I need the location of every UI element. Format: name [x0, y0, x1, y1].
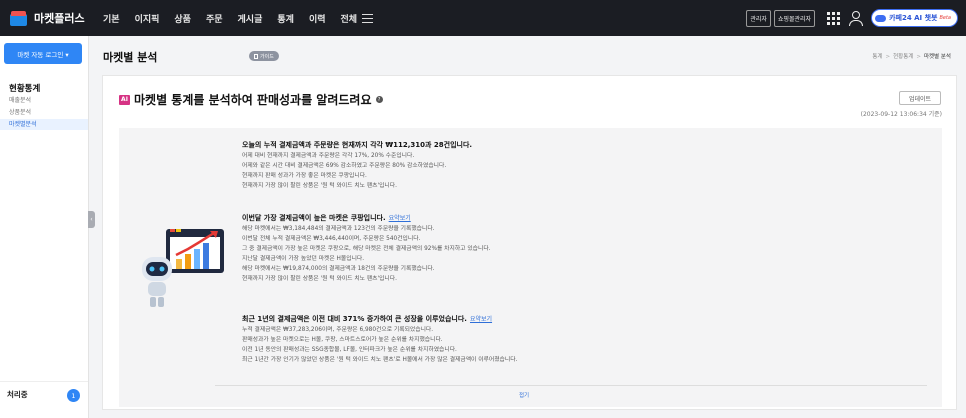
page-header: 마켓별 분석 가이드 통계 > 현황통계 > 마켓별 분석 [89, 36, 966, 75]
summary-line: 이번달 전체 누적 결제금액은 ₩3,446,440이며, 주문량은 540건입… [242, 236, 421, 242]
summary-today: 오늘의 누적 결제금액과 주문량은 현재까지 각각 ₩112,310과 28건입… [242, 140, 862, 191]
nav-item-stats[interactable]: 통계 [277, 12, 294, 25]
admin-button[interactable]: 관리자 [746, 9, 771, 27]
update-timestamp: (2023-09-12 13:06:34 기준) [860, 111, 942, 118]
breadcrumb: 통계 > 현황통계 > 마켓별 분석 [872, 54, 951, 60]
summary-line: 현재까지 가장 많이 팔린 상품은 '원 턱 와이드 치노 팬츠'입니다. [242, 183, 397, 189]
market-analysis-card: AI 마켓별 통계를 분석하여 판매성과를 알려드려요 ? 업데이트 (2023… [102, 75, 957, 410]
summary-view-link[interactable]: 요약보기 [470, 316, 492, 323]
ai-chatbot-button[interactable]: 카페24 AI 챗봇 Beta [871, 9, 958, 27]
summary-line: 지난달 결제금액이 가장 높았던 마켓은 H몰입니다. [242, 256, 365, 262]
user-icon[interactable] [849, 11, 864, 26]
card-title-text: 마켓별 통계를 분석하여 판매성과를 알려드려요 [134, 93, 372, 107]
page-title: 마켓별 분석 [103, 51, 158, 64]
summary-line: 판매성과가 높은 마켓으로는 H몰, 쿠팡, 스마트스토어가 높은 순위를 차지… [242, 337, 443, 343]
update-button[interactable]: 업데이트 [899, 91, 941, 105]
menu-icon[interactable] [362, 13, 374, 23]
summary-line: 해당 마켓에서는 ₩19,874,000의 결제금액과 18건의 주문량을 기록… [242, 266, 435, 272]
nav-item-easypick[interactable]: 이지픽 [135, 12, 160, 25]
main-menu: 기본 이지픽 상품 주문 게시글 통계 이력 전체 [103, 12, 374, 25]
collapse-link[interactable]: 접기 [519, 391, 529, 399]
divider [215, 385, 927, 386]
sidebar-item-market-analysis[interactable]: 마켓별분석 [0, 119, 88, 130]
ai-robot-chart-illustration [142, 229, 224, 307]
market-box-icon [10, 10, 27, 26]
summary-line: 어제와 같은 시간 대비 결제금액은 69% 감소하였고 주문량은 80% 감소… [242, 163, 447, 169]
ai-chatbot-label: 카페24 AI 챗봇 [889, 14, 938, 22]
market-auto-login-button[interactable]: 마켓 자동 로그인 ▾ [4, 43, 82, 64]
summary-line: 최근 1년간 가장 인기가 많았던 상품은 '원 턱 와이드 치노 팬츠'로 H… [242, 357, 518, 363]
summary-line: 어제 대비 현재까지 결제금액과 주문량은 각각 17%, 20% 수준입니다. [242, 153, 415, 159]
summary-heading-text: 이번달 가장 결제금액이 높은 마켓은 쿠팡입니다. [242, 214, 386, 222]
summary-view-link[interactable]: 요약보기 [389, 215, 411, 222]
nav-item-products[interactable]: 상품 [174, 12, 191, 25]
summary-heading: 최근 1년의 결제금액은 이전 대비 371% 증가하여 큰 성장을 이루었습니… [242, 314, 862, 325]
summary-heading: 이번달 가장 결제금액이 높은 마켓은 쿠팡입니다. 요약보기 [242, 213, 862, 224]
top-nav-bar: 마켓플러스 기본 이지픽 상품 주문 게시글 통계 이력 전체 관리자 쇼핑몰관… [0, 0, 966, 36]
nav-item-basic[interactable]: 기본 [103, 12, 120, 25]
document-icon [254, 53, 258, 59]
nav-item-posts[interactable]: 게시글 [238, 12, 263, 25]
card-title: AI 마켓별 통계를 분석하여 판매성과를 알려드려요 ? [119, 91, 383, 108]
sidebar-collapse-toggle[interactable]: ‹ [88, 211, 95, 228]
processing-count-badge: 1 [67, 389, 80, 402]
guide-button[interactable]: 가이드 [249, 51, 279, 61]
sidebar-item-sales-analysis[interactable]: 매출분석 [0, 95, 88, 106]
processing-status[interactable]: 처리중 1 [0, 381, 88, 407]
nav-item-orders[interactable]: 주문 [206, 12, 223, 25]
ai-summary-panel: 오늘의 누적 결제금액과 주문량은 현재까지 각각 ₩112,310과 28건입… [119, 128, 942, 407]
summary-line: 그 중 결제금액이 가장 높은 마켓은 쿠팡으로, 해당 마켓은 전체 결제금액… [242, 246, 491, 252]
sidebar: 마켓 자동 로그인 ▾ 현황통계 매출분석 상품분석 마켓별분석 처리중 1 [0, 36, 89, 418]
sidebar-section-title: 현황통계 [9, 84, 41, 94]
ai-badge: AI [119, 94, 130, 105]
breadcrumb-status-stats[interactable]: 현황통계 [893, 54, 913, 60]
summary-line: 현재까지 가장 많이 팔린 상품은 '원 턱 와이드 치노 팬츠'입니다. [242, 276, 397, 282]
processing-label: 처리중 [7, 390, 28, 399]
beta-badge: Beta [939, 15, 951, 21]
summary-line: 누적 결제금액은 ₩37,283,206이며, 주문량은 6,980건으로 기록… [242, 327, 434, 333]
nav-item-all[interactable]: 전체 [341, 12, 358, 25]
apps-grid-icon[interactable] [827, 11, 841, 25]
summary-last-year: 최근 1년의 결제금액은 이전 대비 371% 증가하여 큰 성장을 이루었습니… [242, 314, 862, 365]
summary-heading-text: 최근 1년의 결제금액은 이전 대비 371% 증가하여 큰 성장을 이루었습니… [242, 315, 467, 323]
help-icon[interactable]: ? [375, 96, 383, 103]
breadcrumb-current: 마켓별 분석 [923, 54, 951, 60]
brand-logo[interactable]: 마켓플러스 [0, 10, 95, 26]
brand-name: 마켓플러스 [34, 12, 85, 25]
summary-line: 이전 1년 동안의 판매성과는 SSG종합몰, LF몰, 인터파크가 높은 순위… [242, 347, 457, 353]
breadcrumb-stats[interactable]: 통계 [872, 54, 882, 60]
summary-line: 현재까지 판매 성과가 가장 좋은 마켓은 쿠팡입니다. [242, 173, 367, 179]
shop-admin-button[interactable]: 쇼핑몰관리자 [773, 9, 816, 27]
summary-line: 해당 마켓에서는 ₩3,184,484의 결제금액과 123건의 주문량을 기록… [242, 226, 435, 232]
cloud-icon [875, 14, 887, 22]
guide-label: 가이드 [260, 53, 274, 60]
sidebar-item-product-analysis[interactable]: 상품분석 [0, 107, 88, 118]
summary-this-month: 이번달 가장 결제금액이 높은 마켓은 쿠팡입니다. 요약보기 해당 마켓에서는 … [242, 213, 862, 284]
chevron-left-icon: ‹ [90, 216, 93, 223]
nav-item-history[interactable]: 이력 [309, 12, 326, 25]
summary-heading: 오늘의 누적 결제금액과 주문량은 현재까지 각각 ₩112,310과 28건입… [242, 141, 473, 149]
